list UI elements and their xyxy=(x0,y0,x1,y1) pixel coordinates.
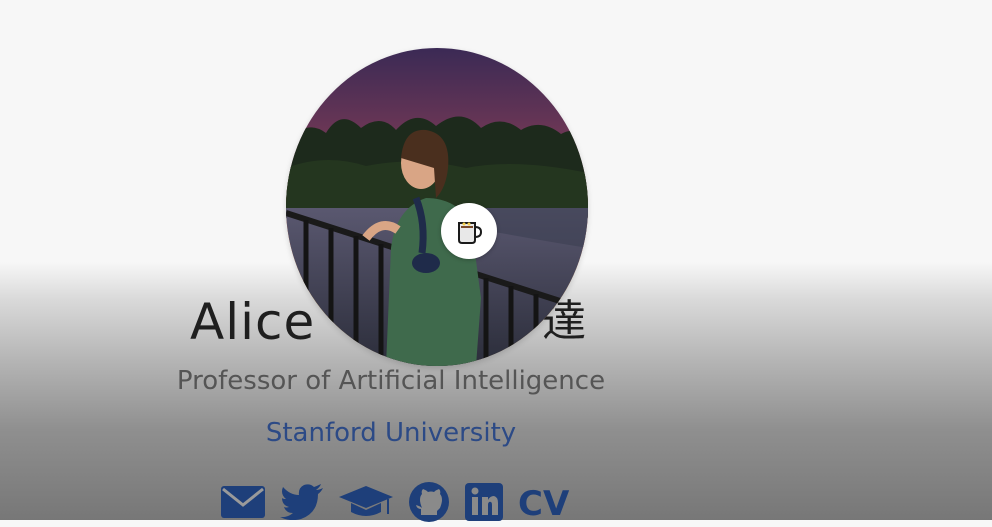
cv-link[interactable]: CV xyxy=(518,484,569,524)
email-link[interactable] xyxy=(220,485,266,523)
profile-name-first: Alice xyxy=(190,293,316,351)
scholar-link[interactable] xyxy=(338,484,394,524)
profile-affiliation[interactable]: Stanford University xyxy=(0,418,782,448)
profile-title: Professor of Artificial Intelligence xyxy=(176,366,606,396)
profile-avatar[interactable] xyxy=(286,48,588,366)
coffee-mug-icon xyxy=(458,222,483,244)
email-icon xyxy=(221,486,265,518)
github-icon xyxy=(409,482,449,522)
github-link[interactable] xyxy=(408,481,450,527)
scholar-cap-icon xyxy=(339,486,393,516)
linkedin-link[interactable] xyxy=(464,482,504,526)
avatar-status-badge[interactable] xyxy=(441,203,497,259)
linkedin-icon xyxy=(465,483,503,521)
social-links: CV xyxy=(220,481,569,527)
twitter-link[interactable] xyxy=(280,484,324,524)
twitter-icon xyxy=(280,484,323,521)
avatar-photo xyxy=(286,48,588,366)
